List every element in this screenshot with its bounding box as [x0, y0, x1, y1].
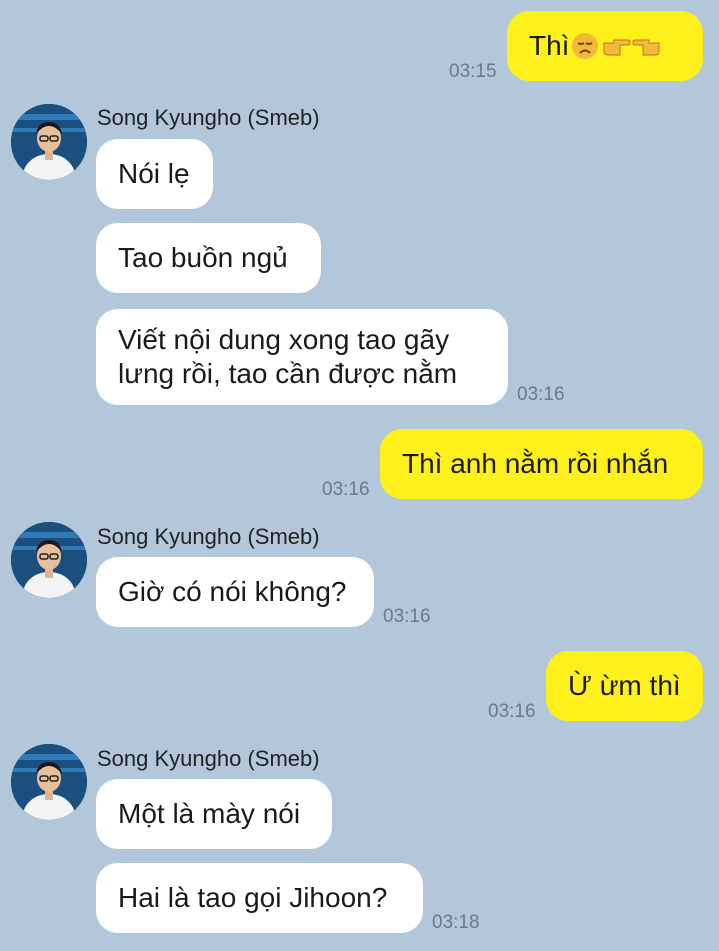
message-text: Một là mày nói: [118, 798, 301, 829]
contact-avatar[interactable]: [11, 744, 87, 820]
disappointed-face-icon: [572, 33, 599, 59]
message-timestamp: 03:16: [383, 606, 431, 627]
pointing-right-icon: [603, 39, 631, 56]
message-timestamp: 03:16: [517, 384, 565, 405]
message-text: Thì: [529, 30, 570, 61]
sender-name: Song Kyungho (Smeb): [97, 524, 320, 549]
message-text: Hai là tao gọi Jihoon?: [118, 882, 388, 913]
incoming-message-bubble[interactable]: Viết nội dung xong tao gãy lưng rồi, tao…: [96, 309, 508, 405]
profile-photo-avatar: [11, 744, 87, 820]
sender-name: Song Kyungho (Smeb): [97, 105, 320, 130]
contact-avatar[interactable]: [11, 104, 87, 180]
message-timestamp: 03:15: [449, 61, 497, 82]
incoming-message-bubble[interactable]: Hai là tao gọi Jihoon?: [96, 863, 423, 933]
chat-thread: 03:15 Thì Song Kyungho (Smeb) Nói lẹ Tao…: [0, 0, 719, 951]
message-text: Thì anh nằm rồi nhắn: [402, 448, 669, 479]
incoming-message-bubble[interactable]: Nói lẹ: [96, 139, 213, 209]
incoming-message-bubble[interactable]: Một là mày nói: [96, 779, 332, 849]
message-text: Ừ ừm thì: [568, 670, 681, 701]
message-text: Viết nội dung xong tao gãy lưng rồi, tao…: [118, 324, 458, 389]
incoming-message-bubble[interactable]: Giờ có nói không?: [96, 557, 374, 627]
message-timestamp: 03:16: [488, 701, 536, 722]
message-text: Giờ có nói không?: [118, 576, 347, 607]
sender-name: Song Kyungho (Smeb): [97, 746, 320, 771]
message-timestamp: 03:16: [322, 479, 370, 500]
profile-photo-avatar: [11, 522, 87, 598]
message-text: Tao buồn ngủ: [118, 242, 288, 273]
message-timestamp: 03:18: [432, 912, 480, 933]
incoming-message-bubble[interactable]: Tao buồn ngủ: [96, 223, 321, 293]
contact-avatar[interactable]: [11, 522, 87, 598]
outgoing-message-bubble[interactable]: Thì anh nằm rồi nhắn: [380, 429, 703, 499]
outgoing-message-bubble[interactable]: Thì: [507, 11, 703, 81]
pointing-left-icon: [632, 39, 660, 56]
message-text: Nói lẹ: [118, 158, 190, 189]
profile-photo-avatar: [11, 104, 87, 180]
outgoing-message-bubble[interactable]: Ừ ừm thì: [546, 651, 703, 721]
